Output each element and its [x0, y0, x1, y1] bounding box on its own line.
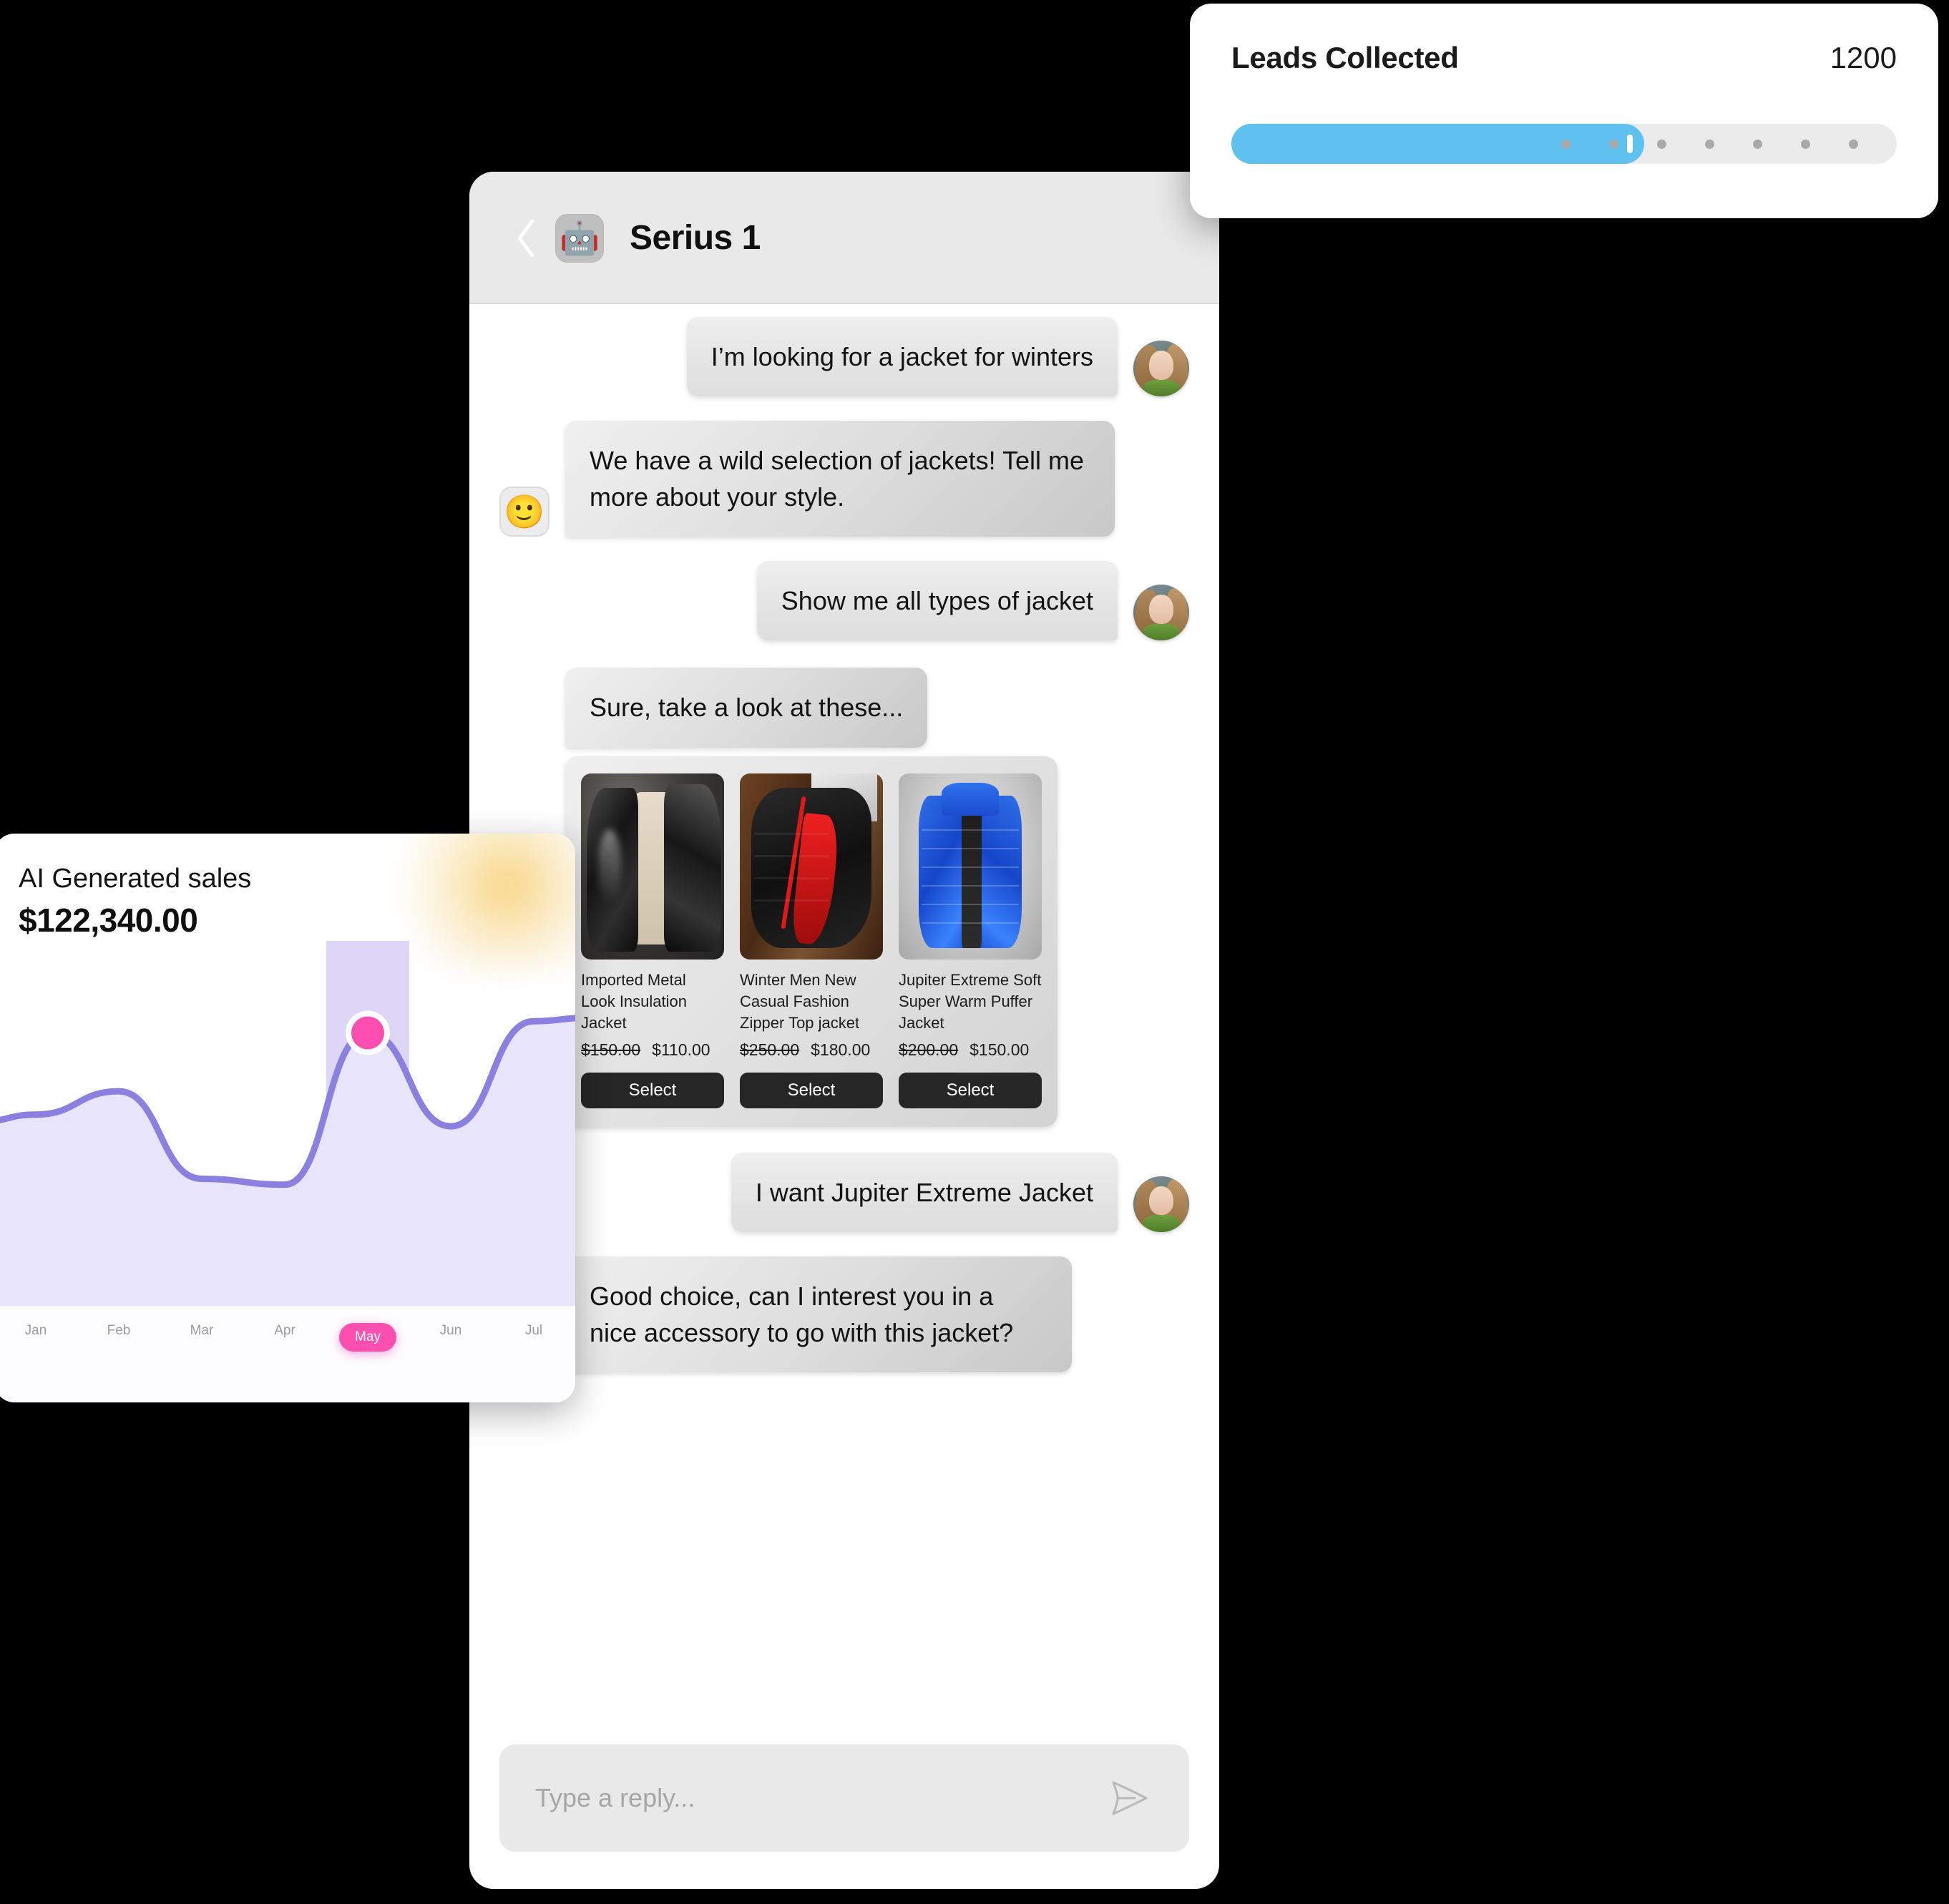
select-button[interactable]: Select: [581, 1072, 724, 1108]
reply-input[interactable]: [534, 1782, 1105, 1814]
message-row: I want Jupiter Extreme Jacket: [499, 1152, 1189, 1232]
reply-box[interactable]: [499, 1744, 1189, 1852]
progress-dot: [1849, 139, 1858, 149]
message-row: 🙂 We have a wild selection of jackets! T…: [499, 421, 1189, 537]
axis-tick[interactable]: Jan: [0, 1323, 77, 1339]
product-image: [740, 773, 883, 960]
product-image: [899, 773, 1042, 960]
axis-tick[interactable]: Jul: [492, 1323, 575, 1339]
composer: [469, 1744, 1219, 1889]
progress-dot: [1753, 139, 1762, 149]
chart-x-axis: Jan Feb Mar Apr May Jun Jul: [0, 1306, 575, 1402]
product-price-group: $200.00 $150.00: [899, 1040, 1042, 1060]
axis-tick[interactable]: Mar: [160, 1323, 243, 1339]
progress-dot: [1657, 139, 1666, 149]
product-old-price: $250.00: [740, 1040, 800, 1059]
product-old-price: $200.00: [899, 1040, 959, 1059]
product-name: Imported Metal Look Insulation Jacket: [581, 970, 687, 1032]
chat-bubble-bot: Sure, take a look at these...: [565, 668, 928, 748]
product-price: $150.00: [969, 1040, 1030, 1059]
ai-generated-sales-card: AI Generated sales $122,340.00 Jan Feb M…: [0, 834, 575, 1402]
avatar: [1133, 585, 1189, 641]
message-row: Show me all types of jacket: [499, 561, 1189, 641]
product-carousel: Imported Metal Look Insulation Jacket $1…: [565, 756, 1057, 1127]
avatar: [1133, 341, 1189, 397]
leads-progress-dots: [1231, 124, 1897, 164]
chart-value: $122,340.00: [19, 902, 198, 939]
product-old-price: $150.00: [581, 1040, 641, 1059]
progress-dot: [1609, 139, 1618, 149]
message-row: Imported Metal Look Insulation Jacket $1…: [499, 756, 1189, 1127]
axis-tick[interactable]: Jun: [409, 1323, 492, 1339]
product-card[interactable]: Jupiter Extreme Soft Super Warm Puffer J…: [899, 773, 1042, 1108]
leads-progress-track[interactable]: [1231, 124, 1897, 164]
send-arrow-icon[interactable]: [1105, 1778, 1155, 1818]
chat-header: 🤖 Serius 1: [469, 172, 1219, 304]
page-title: Serius 1: [630, 219, 761, 257]
message-row: Sure, take a look at these...: [499, 668, 1189, 748]
product-image: [581, 773, 724, 960]
chat-bubble-bot: We have a wild selection of jackets! Tel…: [565, 421, 1115, 537]
chevron-left-icon[interactable]: [514, 217, 539, 260]
sales-area-chart: [0, 941, 575, 1306]
product-price: $180.00: [811, 1040, 871, 1059]
progress-dot: [1561, 139, 1571, 149]
product-name: Jupiter Extreme Soft Super Warm Puffer J…: [899, 970, 1042, 1032]
progress-dot: [1801, 139, 1810, 149]
chart-title: AI Generated sales: [19, 864, 252, 894]
select-button[interactable]: Select: [899, 1072, 1042, 1108]
axis-tick[interactable]: Feb: [77, 1323, 160, 1339]
product-card[interactable]: Winter Men New Casual Fashion Zipper Top…: [740, 773, 883, 1108]
leads-value: 1200: [1830, 41, 1897, 74]
robot-icon: 🤖: [555, 213, 604, 263]
axis-tick[interactable]: Apr: [243, 1323, 326, 1339]
leads-collected-card: Leads Collected 1200: [1190, 4, 1938, 218]
chat-bubble-user: I’m looking for a jacket for winters: [686, 317, 1118, 397]
select-button[interactable]: Select: [740, 1072, 883, 1108]
product-price: $110.00: [652, 1040, 710, 1059]
progress-dot: [1705, 139, 1714, 149]
chat-bubble-user: I want Jupiter Extreme Jacket: [731, 1152, 1118, 1232]
chat-message-list: I’m looking for a jacket for winters 🙂 W…: [469, 304, 1219, 1744]
product-price-group: $150.00 $110.00: [581, 1040, 724, 1060]
product-price-group: $250.00 $180.00: [740, 1040, 883, 1060]
product-name: Winter Men New Casual Fashion Zipper Top…: [740, 970, 860, 1032]
leads-label: Leads Collected: [1231, 41, 1459, 74]
product-card[interactable]: Imported Metal Look Insulation Jacket $1…: [581, 773, 724, 1108]
message-row: I’m looking for a jacket for winters: [499, 317, 1189, 397]
axis-tick-selected[interactable]: May: [326, 1323, 409, 1352]
leads-header: Leads Collected 1200: [1231, 41, 1897, 75]
chat-bubble-bot: Good choice, can I interest you in a nic…: [565, 1256, 1072, 1372]
message-row: 🙂 Good choice, can I interest you in a n…: [499, 1256, 1189, 1372]
bot-avatar: 🙂: [499, 487, 549, 537]
avatar: [1133, 1176, 1189, 1232]
chat-window: 🤖 Serius 1 I’m looking for a jacket for …: [469, 172, 1219, 1889]
chat-bubble-user: Show me all types of jacket: [756, 561, 1118, 641]
